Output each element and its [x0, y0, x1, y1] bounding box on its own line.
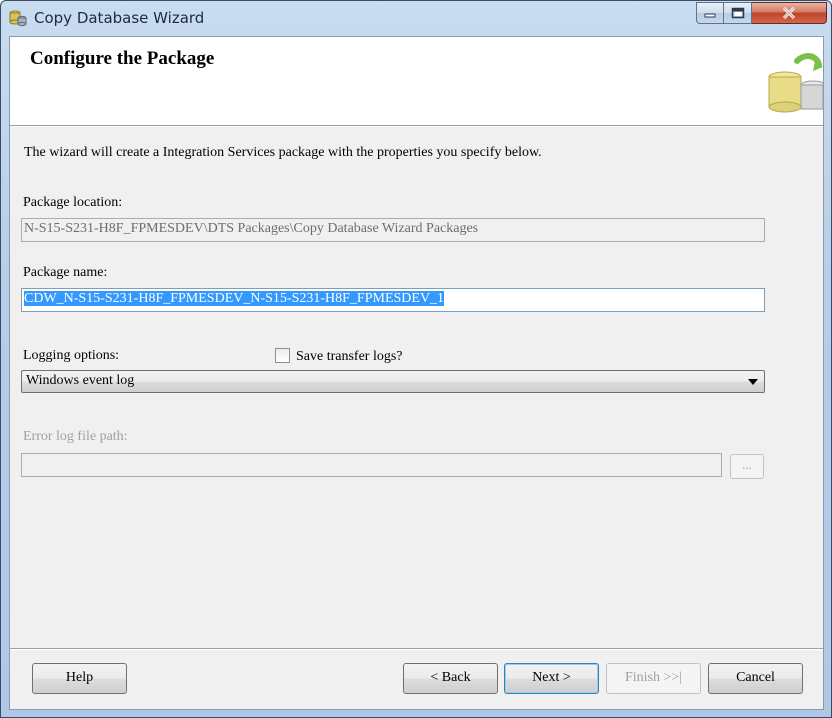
save-transfer-logs-checkbox[interactable]: [275, 348, 290, 363]
save-transfer-logs-label[interactable]: Save transfer logs?: [296, 349, 403, 365]
minimize-button[interactable]: [696, 2, 724, 24]
package-name-value: CDW_N-S15-S231-H8F_FPMESDEV_N-S15-S231-H…: [24, 291, 445, 306]
package-name-field[interactable]: CDW_N-S15-S231-H8F_FPMESDEV_N-S15-S231-H…: [21, 288, 765, 312]
header-separator: [10, 126, 823, 127]
finish-button[interactable]: Finish >>|: [606, 663, 701, 694]
cancel-button[interactable]: Cancel: [708, 663, 803, 694]
package-location-label: Package location:: [23, 195, 123, 210]
next-button[interactable]: Next >: [504, 663, 599, 694]
database-copy-icon: [768, 53, 823, 113]
help-button[interactable]: Help: [32, 663, 127, 694]
dropdown-arrow-icon: [748, 379, 758, 385]
database-app-icon: [9, 10, 27, 27]
footer-separator: [10, 648, 823, 650]
maximize-button[interactable]: [724, 2, 752, 24]
description-text: The wizard will create a Integration Ser…: [24, 145, 542, 160]
logging-options-dropdown[interactable]: Windows event log: [21, 370, 765, 393]
maximize-icon: [731, 7, 744, 19]
package-name-label: Package name:: [23, 265, 108, 280]
logging-options-label: Logging options:: [23, 348, 120, 363]
wizard-client-area: Configure the Package The wizard will cr…: [9, 36, 824, 710]
back-button[interactable]: < Back: [403, 663, 498, 694]
wizard-header: Configure the Package: [10, 37, 823, 126]
logging-options-value: Windows event log: [26, 373, 135, 388]
window-title: Copy Database Wizard: [34, 9, 205, 27]
page-title: Configure the Package: [30, 48, 215, 69]
wizard-window: Copy Database Wizard Configure the Packa…: [0, 0, 832, 718]
package-location-field[interactable]: N-S15-S231-H8F_FPMESDEV\DTS Packages\Cop…: [21, 218, 765, 242]
minimize-icon: [704, 13, 716, 18]
close-icon: [782, 7, 796, 19]
title-bar[interactable]: Copy Database Wizard: [1, 1, 831, 35]
error-log-path-field[interactable]: [21, 453, 722, 477]
browse-button[interactable]: ...: [730, 454, 764, 479]
error-log-path-label: Error log file path:: [23, 429, 128, 444]
close-button[interactable]: [752, 2, 827, 24]
